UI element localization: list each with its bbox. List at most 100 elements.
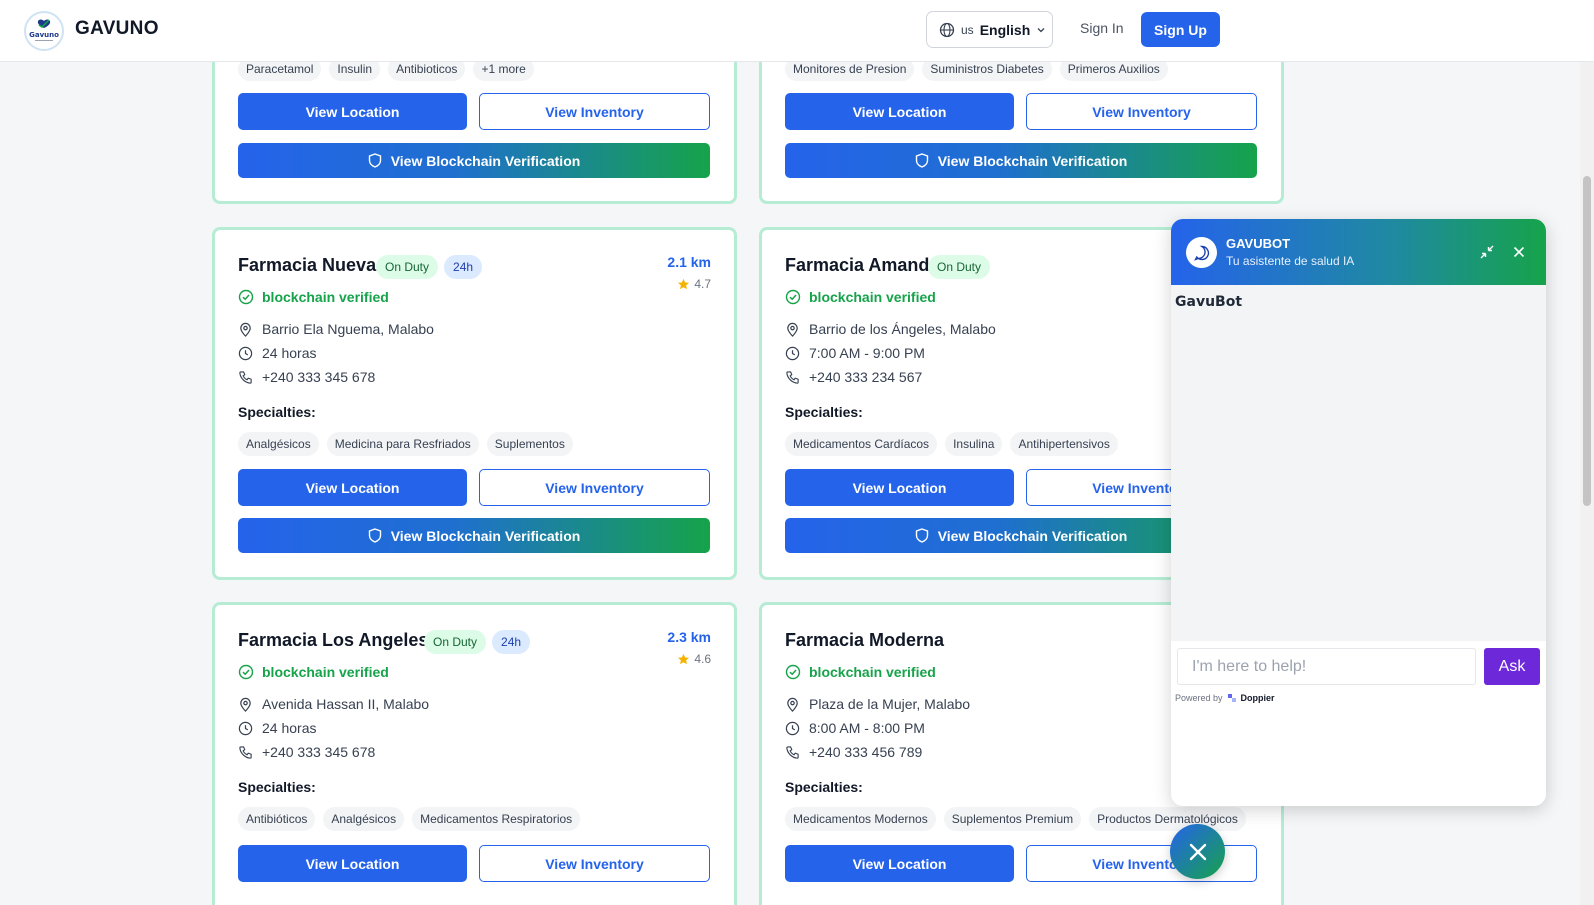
chat-toggle-button[interactable] [1170,824,1225,879]
view-blockchain-label: View Blockchain Verification [390,527,581,544]
brand-logo[interactable]: Gavuno [24,11,64,51]
specialty-chips: Analgésicos Medicina para Resfriados Sup… [238,432,573,456]
hours-row: 24 horas [238,345,316,361]
status-badges: On Duty 24h [376,255,483,279]
brand-name: GAVUNO [75,18,159,39]
on-duty-badge: On Duty [928,255,991,279]
verified-label: blockchain verified [262,289,389,305]
view-location-button[interactable]: View Location [785,845,1014,882]
clock-icon [238,346,253,360]
view-location-button[interactable]: View Location [238,469,467,506]
check-circle-icon [785,289,801,305]
phone-text: +240 333 234 567 [809,369,923,385]
view-blockchain-button[interactable]: View Blockchain Verification [238,518,710,553]
phone-icon [239,370,252,384]
pharmacy-card: Farmacia Los Angeles On Duty 24h 2.3 km … [212,602,737,905]
view-location-button[interactable]: View Location [238,93,467,130]
chat-bubble-icon [1186,237,1217,268]
chatbot-header: GAVUBOT Tu asistente de salud IA [1171,219,1546,285]
hours-text: 24 horas [262,720,317,736]
chat-messages-area: GavuBot I'm here to help! Ask Powered by… [1171,285,1546,703]
phone-icon [786,370,799,384]
chevron-down-icon [1037,27,1045,32]
blockchain-verified: blockchain verified [238,664,389,680]
pharmacy-name: Farmacia Nueva [238,255,377,275]
address-text: Avenida Hassan II, Malabo [262,696,430,712]
shield-icon [368,528,381,543]
24h-badge: 24h [492,630,531,654]
view-location-button[interactable]: View Location [238,845,467,882]
hours-row: 8:00 AM - 8:00 PM [785,720,925,736]
check-circle-icon [238,289,254,305]
hours-text: 8:00 AM - 8:00 PM [809,720,925,736]
specialty-chip: Insulina [945,432,1003,456]
scrollbar-thumb[interactable] [1583,176,1591,506]
check-circle-icon [238,664,254,680]
view-blockchain-button[interactable]: View Blockchain Verification [785,143,1257,178]
specialty-chip: Medicamentos Modernos [785,807,936,831]
verified-label: blockchain verified [809,289,936,305]
map-pin-icon [240,697,251,712]
specialty-chip: Antibióticos [238,807,316,831]
specialty-chip: Antihipertensivos [1010,432,1118,456]
phone-text: +240 333 345 678 [262,369,376,385]
hours-row: 7:00 AM - 9:00 PM [785,345,925,361]
distance: 2.1 km [667,254,711,270]
phone-row: +240 333 345 678 [238,369,375,385]
status-badges: On Duty [928,255,991,279]
minimize-icon[interactable] [1478,243,1496,261]
doppier-logo-icon [1227,694,1236,702]
rating: 4.7 [677,277,711,291]
page-scrollbar[interactable] [1580,62,1594,905]
pharmacy-name: Farmacia Moderna [785,630,945,650]
shield-icon [368,153,381,168]
verified-label: blockchain verified [809,664,936,680]
view-blockchain-label: View Blockchain Verification [937,527,1128,544]
close-icon[interactable] [1510,243,1528,261]
address-row: Plaza de la Mujer, Malabo [785,696,970,712]
blockchain-verified: blockchain verified [785,664,936,680]
pharmacy-name: Farmacia Los Angeles [238,630,429,650]
phone-row: +240 333 234 567 [785,369,922,385]
specialties-label: Specialties: [238,404,316,420]
hours-text: 7:00 AM - 9:00 PM [809,345,925,361]
view-inventory-button[interactable]: View Inventory [1026,93,1257,130]
powered-by: Powered by Doppier [1175,693,1275,703]
blockchain-verified: blockchain verified [785,289,936,305]
on-duty-badge: On Duty [424,630,487,654]
globe-icon [939,22,955,37]
specialty-chip: Analgésicos [238,432,319,456]
view-location-button[interactable]: View Location [785,469,1014,506]
view-inventory-button[interactable]: View Inventory [479,845,710,882]
view-blockchain-button[interactable]: View Blockchain Verification [238,143,710,178]
sign-up-button[interactable]: Sign Up [1141,12,1220,47]
sign-in-link[interactable]: Sign In [1080,20,1124,36]
view-location-button[interactable]: View Location [785,93,1014,130]
chatbot-panel: GAVUBOT Tu asistente de salud IA GavuBot… [1171,219,1546,806]
hours-row: 24 horas [238,720,316,736]
clock-icon [785,721,800,735]
blockchain-verified: blockchain verified [238,289,389,305]
map-pin-icon [240,322,251,337]
phone-icon [239,745,252,759]
specialties-label: Specialties: [238,779,316,795]
close-icon [1189,843,1206,860]
view-blockchain-label: View Blockchain Verification [390,152,581,169]
powered-by-label: Powered by [1175,693,1223,703]
phone-text: +240 333 456 789 [809,744,923,760]
ask-button[interactable]: Ask [1484,648,1540,685]
language-label: English [979,21,1031,38]
specialty-chip: Analgésicos [323,807,405,831]
address-row: Barrio de los Ángeles, Malabo [785,321,996,337]
chat-input[interactable]: I'm here to help! [1177,648,1476,685]
pharmacy-name: Farmacia Amanda [785,255,940,275]
view-inventory-button[interactable]: View Inventory [479,93,710,130]
language-code: us [961,22,974,37]
24h-badge: 24h [444,255,483,279]
status-badges: On Duty 24h [424,630,531,654]
specialty-chips: Antibióticos Analgésicos Medicamentos Re… [238,807,581,831]
distance: 2.3 km [667,629,711,645]
language-selector[interactable]: us English [926,11,1053,48]
view-inventory-button[interactable]: View Inventory [479,469,710,506]
specialty-chip: Suplementos Premium [943,807,1082,831]
